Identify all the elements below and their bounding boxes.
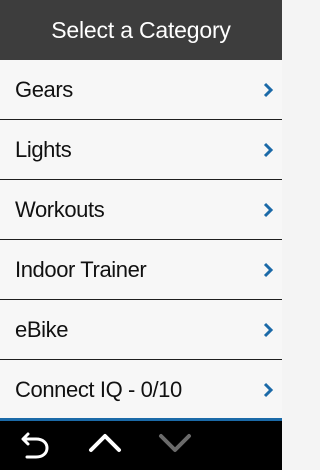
chevron-right-icon bbox=[262, 262, 274, 278]
list-item-label: eBike bbox=[15, 316, 69, 342]
chevron-right-icon bbox=[262, 322, 274, 338]
chevron-right-icon bbox=[262, 82, 274, 98]
list-item-label: Indoor Trainer bbox=[15, 256, 147, 282]
chevron-right-icon bbox=[262, 142, 274, 158]
list-item-label: Lights bbox=[15, 136, 72, 162]
list-item-gears[interactable]: Gears bbox=[0, 60, 282, 120]
chevron-down-icon bbox=[157, 428, 193, 463]
chevron-right-icon bbox=[262, 202, 274, 218]
category-list: Gears Lights Workouts Indoor Trainer eBi… bbox=[0, 60, 282, 418]
list-item-workouts[interactable]: Workouts bbox=[0, 180, 282, 240]
back-button[interactable] bbox=[15, 427, 55, 463]
back-arrow-icon bbox=[18, 426, 52, 465]
page-header: Select a Category bbox=[0, 0, 282, 60]
list-item-label: Workouts bbox=[15, 196, 105, 222]
chevron-up-icon bbox=[87, 428, 123, 463]
list-item-label: Connect IQ - 0/10 bbox=[15, 377, 182, 402]
bottom-nav-bar bbox=[0, 421, 282, 470]
scroll-down-button[interactable] bbox=[155, 427, 195, 463]
list-item-connect-iq[interactable]: Connect IQ - 0/10 bbox=[0, 360, 282, 420]
chevron-right-icon bbox=[262, 382, 274, 398]
page-title: Select a Category bbox=[51, 16, 231, 43]
scroll-up-button[interactable] bbox=[85, 427, 125, 463]
list-item-ebike[interactable]: eBike bbox=[0, 300, 282, 360]
list-item-lights[interactable]: Lights bbox=[0, 120, 282, 180]
list-item-indoor-trainer[interactable]: Indoor Trainer bbox=[0, 240, 282, 300]
list-item-label: Gears bbox=[15, 76, 73, 102]
